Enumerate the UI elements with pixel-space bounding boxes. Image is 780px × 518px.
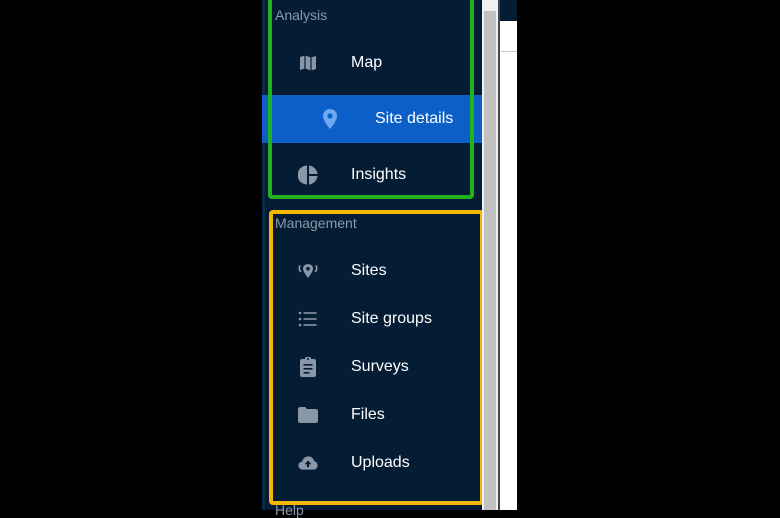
sidebar-scroll-thumb[interactable] [484, 11, 496, 510]
cloud-upload-icon [298, 453, 318, 473]
pie-chart-icon [298, 165, 318, 185]
sidebar-item-insights[interactable]: Insights [262, 151, 482, 199]
sidebar-item-label: Files [351, 406, 385, 423]
folder-icon [298, 405, 318, 425]
section-title-analysis: Analysis [275, 7, 328, 23]
main-separator [501, 51, 517, 52]
main-header [500, 0, 517, 21]
map-icon [298, 53, 318, 73]
sidebar-item-label: Insights [351, 166, 407, 183]
list-icon [298, 309, 318, 329]
section-title-management: Management [275, 215, 357, 231]
sites-pin-icon [298, 261, 318, 281]
sidebar-item-label: Uploads [351, 454, 410, 471]
sidebar-item-map[interactable]: Map [262, 39, 482, 87]
section-title-help: Help [275, 502, 304, 518]
clipboard-icon [298, 357, 318, 377]
sidebar-item-label: Site groups [351, 310, 432, 327]
sidebar-item-label: Map [351, 54, 383, 71]
sidebar-item-files[interactable]: Files [262, 391, 482, 439]
sidebar-item-site-details[interactable]: Site details [262, 95, 482, 143]
sidebar-item-label: Site details [375, 110, 454, 127]
sidebar-item-site-groups[interactable]: Site groups [262, 295, 482, 343]
sidebar-item-uploads[interactable]: Uploads [262, 439, 482, 487]
sidebar-item-label: Sites [351, 262, 387, 279]
sidebar-item-label: Surveys [351, 358, 409, 375]
sidebar-item-sites[interactable]: Sites [262, 247, 482, 295]
sidebar-item-surveys[interactable]: Surveys [262, 343, 482, 391]
main-content [500, 0, 517, 510]
map-pin-icon [320, 109, 340, 129]
